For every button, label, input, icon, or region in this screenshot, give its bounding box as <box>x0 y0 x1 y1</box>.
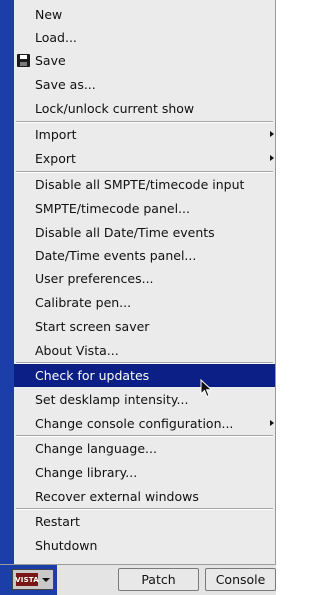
menu-item-label: Check for updates <box>35 368 150 383</box>
menu-item-change-language[interactable]: Change language... <box>14 437 275 460</box>
submenu-arrow-icon <box>270 420 274 426</box>
menu-item-datetime-panel[interactable]: Date/Time events panel... <box>14 244 275 267</box>
menu-item-label: Lock/unlock current show <box>35 101 195 116</box>
menu-item-restart[interactable]: Restart <box>14 510 275 533</box>
menu-item-label: Import <box>35 127 77 142</box>
menu-item-label: SMPTE/timecode panel... <box>35 201 190 216</box>
menu-item-save-as[interactable]: Save as... <box>14 73 275 96</box>
menu-item-disable-datetime[interactable]: Disable all Date/Time events <box>14 221 275 244</box>
menu-item-label: Restart <box>35 514 80 529</box>
menu-item-label: User preferences... <box>35 271 154 286</box>
menu-item-import[interactable]: Import <box>14 123 275 146</box>
menu-item-save[interactable]: Save <box>14 49 275 72</box>
menu-item-new[interactable]: New <box>14 3 275 26</box>
menu-item-label: About Vista... <box>35 343 119 358</box>
menu-item-change-library[interactable]: Change library... <box>14 461 275 484</box>
submenu-arrow-icon <box>270 131 274 137</box>
menu-item-lock-unlock-show[interactable]: Lock/unlock current show <box>14 97 275 120</box>
vista-logo: VISTA <box>15 573 39 586</box>
main-menu: New Load... Save Save as... Lock/unlock … <box>14 0 276 564</box>
menu-item-shutdown[interactable]: Shutdown <box>14 534 275 557</box>
menu-item-label: New <box>35 7 63 22</box>
menu-item-screen-saver[interactable]: Start screen saver <box>14 315 275 338</box>
menu-item-label: Recover external windows <box>35 489 199 504</box>
menu-item-smpte-panel[interactable]: SMPTE/timecode panel... <box>14 197 275 220</box>
menu-item-export[interactable]: Export <box>14 147 275 170</box>
menu-item-label: Disable all SMPTE/timecode input <box>35 177 245 192</box>
menu-item-check-updates[interactable]: Check for updates <box>14 364 275 387</box>
menu-item-label: Disable all Date/Time events <box>35 225 215 240</box>
menu-item-label: Change language... <box>35 441 157 456</box>
menu-item-label: Save <box>35 53 66 68</box>
menu-item-label: Date/Time events panel... <box>35 248 197 263</box>
menu-item-label: Load... <box>35 30 77 45</box>
menu-item-load[interactable]: Load... <box>14 26 275 49</box>
menu-item-recover-windows[interactable]: Recover external windows <box>14 485 275 508</box>
menu-item-label: Save as... <box>35 77 96 92</box>
submenu-arrow-icon <box>270 155 274 161</box>
menu-item-label: Export <box>35 151 76 166</box>
mouse-pointer-icon <box>200 379 213 398</box>
dropdown-arrow-icon <box>42 577 50 582</box>
menu-item-label: Shutdown <box>35 538 98 553</box>
menu-item-console-config[interactable]: Change console configuration... <box>14 412 275 435</box>
menu-item-label: Change library... <box>35 465 138 480</box>
menu-item-label: Calibrate pen... <box>35 295 132 310</box>
taskbar: VISTA Patch Console <box>0 564 276 595</box>
vista-menu-button[interactable]: VISTA <box>12 569 54 590</box>
menu-item-user-preferences[interactable]: User preferences... <box>14 267 275 290</box>
patch-button[interactable]: Patch <box>118 568 199 591</box>
floppy-disk-icon <box>17 54 30 67</box>
menu-item-disable-smpte[interactable]: Disable all SMPTE/timecode input <box>14 173 275 196</box>
menu-item-label: Start screen saver <box>35 319 150 334</box>
console-button[interactable]: Console <box>205 568 276 591</box>
menu-item-about[interactable]: About Vista... <box>14 339 275 362</box>
menu-item-desklamp[interactable]: Set desklamp intensity... <box>14 388 275 411</box>
menu-item-label: Change console configuration... <box>35 416 234 431</box>
menu-item-calibrate-pen[interactable]: Calibrate pen... <box>14 291 275 314</box>
menu-item-label: Set desklamp intensity... <box>35 392 189 407</box>
window-frame-left <box>0 0 14 567</box>
